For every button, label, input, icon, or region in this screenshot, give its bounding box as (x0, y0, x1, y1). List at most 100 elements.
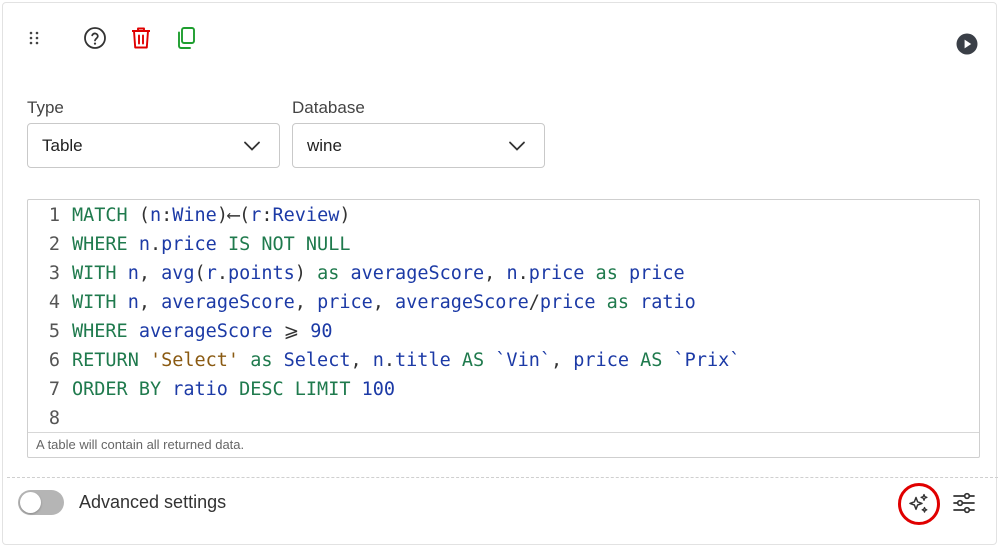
code-token: n (127, 263, 139, 284)
code-token: avg (161, 263, 195, 284)
code-token: price (628, 263, 685, 284)
play-icon[interactable] (955, 32, 979, 56)
code-token: averageScore (161, 292, 295, 313)
code-token: )⟵( (216, 205, 251, 226)
trash-icon[interactable] (129, 26, 153, 50)
code-token: as (595, 292, 641, 313)
code-token: / (528, 292, 540, 313)
code-token: n (149, 205, 162, 226)
type-select[interactable]: Table (27, 123, 280, 168)
code-token: IS NOT NULL (216, 234, 351, 255)
code-token: , (294, 292, 318, 313)
code-token: ( (138, 205, 150, 226)
code-token: price (573, 350, 629, 371)
code-token: : (261, 205, 273, 226)
code-token: 90 (310, 321, 333, 342)
code-text: MATCH (n:Wine)⟵(r:Review) (60, 205, 350, 226)
code-token: WHERE (72, 321, 139, 342)
query-editor[interactable]: 1 MATCH (n:Wine)⟵(r:Review) 2 WHERE n.price… (27, 199, 980, 458)
advanced-settings-toggle[interactable] (18, 490, 64, 515)
section-divider (7, 477, 998, 478)
editor-hint: A table will contain all returned data. (28, 432, 979, 457)
code-token: , (138, 263, 162, 284)
code-text: RETURN 'Select' as Select, n.title AS `V… (60, 350, 740, 371)
line-number: 8 (48, 408, 60, 429)
code-line: 5 WHERE averageScore ⩾ 90 (28, 317, 333, 346)
code-token: r (250, 205, 262, 226)
code-token: averageScore (138, 321, 273, 342)
code-token: ORDER BY (72, 379, 173, 400)
code-token: n (127, 292, 139, 313)
code-token: 'Select' (149, 350, 240, 371)
code-token: WHERE (72, 234, 139, 255)
code-token: price (317, 292, 373, 313)
code-line: 3 WITH n, avg(r.points) as averageScore, … (28, 259, 685, 288)
line-number: 6 (48, 350, 60, 371)
code-token: as (584, 263, 629, 284)
code-token: as (239, 350, 284, 371)
code-token: price (528, 263, 585, 284)
code-token: , (484, 263, 507, 284)
code-token: AS (450, 350, 496, 371)
sparkles-icon (909, 493, 928, 513)
code-text: WHERE n.price IS NOT NULL (60, 234, 350, 255)
code-line: 4 WITH n, averageScore, price, averageSco… (28, 288, 696, 317)
code-token: , (350, 350, 373, 371)
code-token: ratio (640, 292, 696, 313)
code-token: `Vin` (495, 350, 551, 371)
code-token: price (539, 292, 596, 313)
help-icon[interactable] (83, 26, 107, 50)
ai-assist-button[interactable] (898, 483, 940, 525)
code-token: ) (339, 205, 351, 226)
settings-sliders-icon[interactable] (950, 489, 978, 517)
code-token: averageScore (350, 263, 485, 284)
code-token: . (149, 234, 162, 255)
code-token: n (372, 350, 384, 371)
line-number: 2 (48, 234, 60, 255)
drag-handle-icon[interactable] (23, 27, 45, 49)
code-token: ) (294, 263, 318, 284)
code-token: averageScore (395, 292, 529, 313)
code-token: `Prix` (673, 350, 741, 371)
database-label: Database (292, 98, 365, 117)
line-number: 4 (48, 292, 60, 313)
database-value: wine (307, 135, 342, 155)
code-token: n (138, 234, 150, 255)
code-line: 7 ORDER BY ratio DESC LIMIT 100 (28, 375, 395, 404)
database-select[interactable]: wine (292, 123, 545, 168)
code-token: : (161, 205, 173, 226)
code-line: 1 MATCH (n:Wine)⟵(r:Review) (28, 201, 351, 230)
code-token: . (517, 263, 529, 284)
code-token: , (372, 292, 396, 313)
copy-icon[interactable] (174, 26, 198, 50)
code-token: 100 (361, 379, 396, 400)
code-text: WITH n, avg(r.points) as averageScore, n… (60, 263, 685, 284)
code-line: 2 WHERE n.price IS NOT NULL (28, 230, 351, 259)
type-label: Type (27, 98, 64, 117)
type-value: Table (42, 135, 83, 155)
line-number: 3 (48, 263, 60, 284)
code-token: r (205, 263, 217, 284)
chevron-down-icon (509, 141, 525, 151)
code-token: Select (283, 350, 351, 371)
code-text: WHERE averageScore ⩾ 90 (60, 321, 333, 342)
code-line: 8 (28, 404, 72, 433)
code-text: ORDER BY ratio DESC LIMIT 100 (60, 379, 395, 400)
code-token: . (383, 350, 396, 371)
code-token: as (317, 263, 351, 284)
query-card: Type Table Database wine 1 MATCH (n:Wine)… (2, 2, 998, 545)
line-number: 7 (48, 379, 60, 400)
advanced-settings-label: Advanced settings (79, 492, 227, 512)
code-token: . (216, 263, 228, 284)
code-token: , (138, 292, 162, 313)
code-line: 6 RETURN 'Select' as Select, n.title AS `… (28, 346, 741, 375)
code-token: WITH (72, 292, 128, 313)
line-number: 5 (48, 321, 60, 342)
code-token: price (161, 234, 217, 255)
toggle-knob (20, 492, 41, 513)
line-number: 1 (48, 205, 60, 226)
code-token: RETURN (72, 350, 150, 371)
chevron-down-icon (244, 141, 260, 151)
code-token: AS (628, 350, 674, 371)
code-token: Wine (172, 205, 217, 226)
